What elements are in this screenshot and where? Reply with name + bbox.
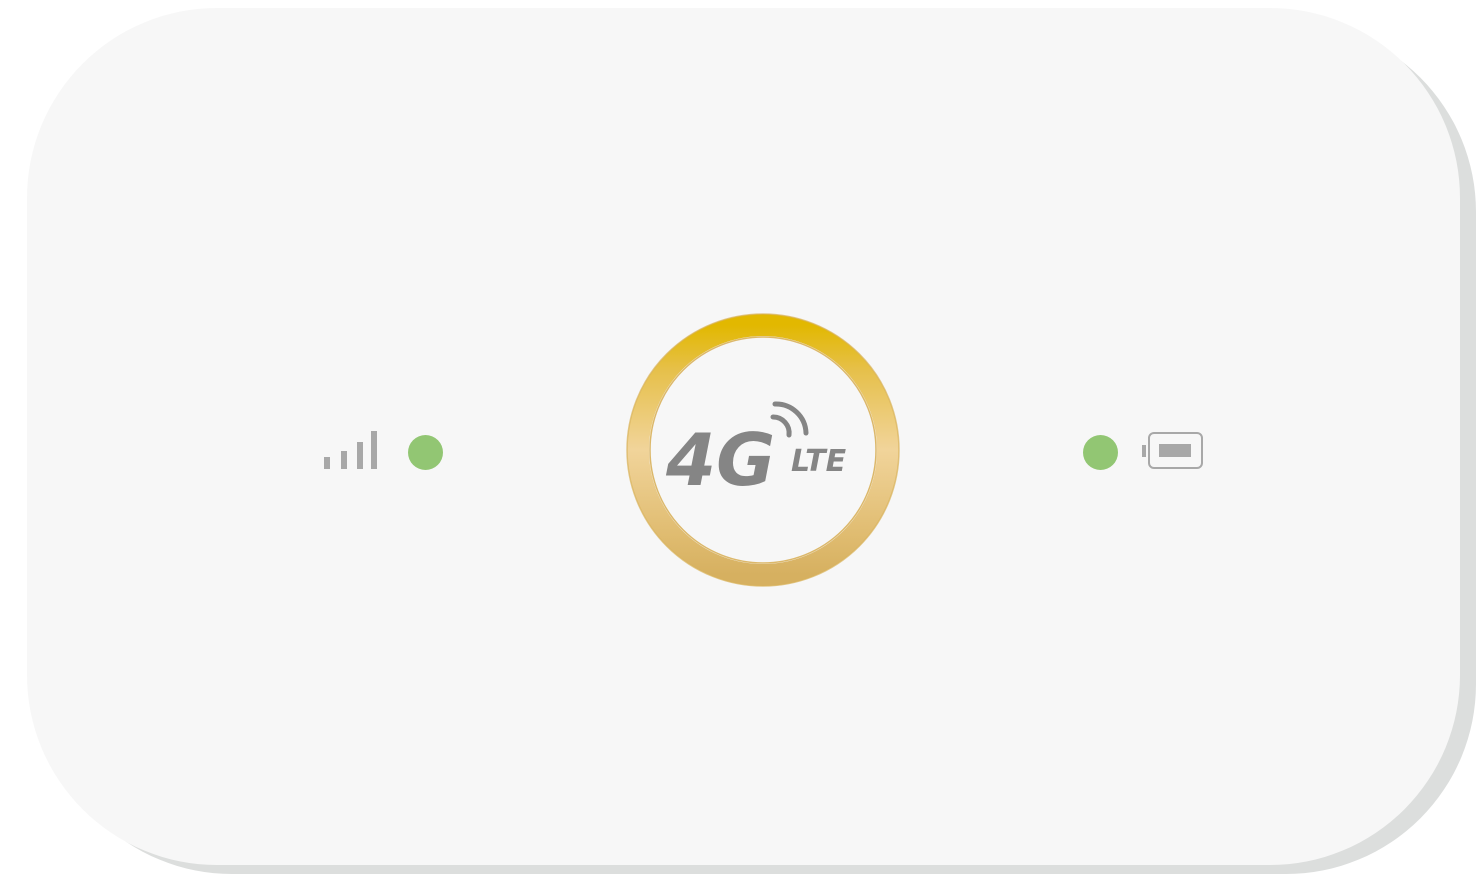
signal-status-led xyxy=(408,435,443,470)
signal-bars-icon xyxy=(324,431,377,469)
logo-lte-text: LTE xyxy=(791,444,847,479)
power-button[interactable]: 4G LTE xyxy=(626,313,900,587)
device-stage: 4G LTE xyxy=(0,0,1479,878)
battery-icon xyxy=(1142,432,1203,469)
battery-status-led xyxy=(1083,435,1118,470)
logo-4g-text: 4G xyxy=(665,418,775,502)
